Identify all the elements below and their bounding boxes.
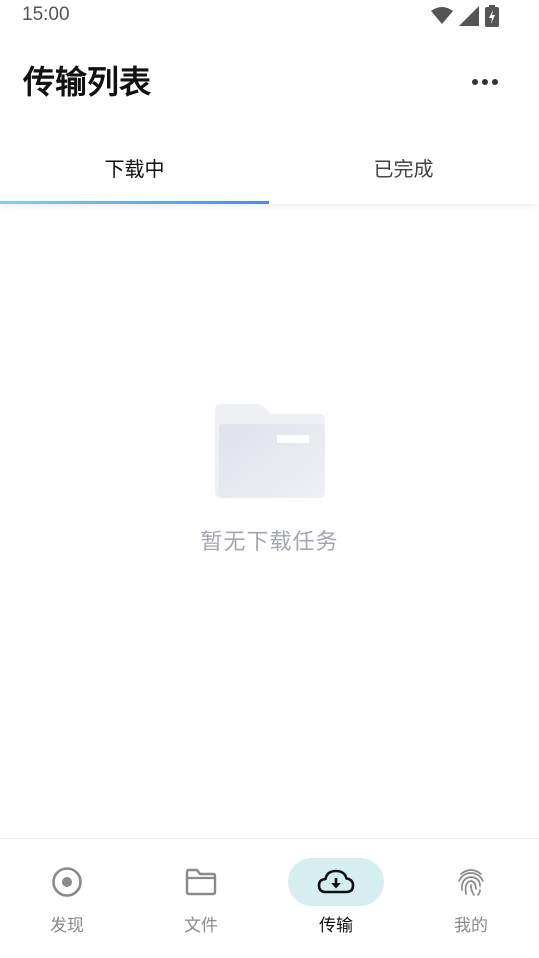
nav-label-discover: 发现 bbox=[50, 916, 84, 936]
nav-item-files[interactable]: 文件 bbox=[134, 839, 268, 958]
signal-icon bbox=[459, 6, 479, 26]
cloud-download-icon bbox=[317, 869, 355, 894]
wifi-icon bbox=[431, 7, 453, 25]
nav-item-transfer[interactable]: 传输 bbox=[269, 839, 403, 958]
tab-downloading-label: 下载中 bbox=[104, 156, 165, 181]
more-options-button[interactable] bbox=[467, 70, 503, 94]
tab-indicator bbox=[0, 201, 269, 204]
nav-item-discover[interactable]: 发现 bbox=[0, 839, 134, 958]
nav-label-files: 文件 bbox=[184, 916, 218, 936]
bottom-nav: 发现 文件 传输 我的 bbox=[0, 838, 539, 958]
battery-charging-icon bbox=[485, 5, 499, 27]
app-header: 传输列表 bbox=[0, 40, 539, 120]
page-title: 传输列表 bbox=[23, 63, 152, 101]
nav-icon-wrap bbox=[153, 858, 249, 906]
tab-completed-label: 已完成 bbox=[373, 156, 434, 181]
nav-icon-wrap-active bbox=[288, 858, 384, 906]
folder-icon bbox=[185, 868, 217, 896]
more-horizontal-icon bbox=[472, 79, 498, 85]
fingerprint-icon bbox=[458, 869, 484, 896]
tab-completed[interactable]: 已完成 bbox=[269, 130, 538, 204]
nav-label-transfer: 传输 bbox=[319, 916, 353, 936]
empty-state: 暂无下载任务 bbox=[0, 400, 539, 556]
nav-item-mine[interactable]: 我的 bbox=[404, 839, 538, 958]
tab-bar: 下载中 已完成 bbox=[0, 130, 539, 204]
empty-folder-icon bbox=[214, 404, 325, 498]
nav-icon-wrap bbox=[19, 858, 115, 906]
discover-icon bbox=[52, 867, 82, 897]
empty-state-message: 暂无下载任务 bbox=[200, 530, 339, 555]
status-bar: 15:00 bbox=[0, 0, 539, 32]
nav-icon-wrap bbox=[423, 858, 519, 906]
tab-downloading[interactable]: 下载中 bbox=[0, 130, 269, 204]
status-time: 15:00 bbox=[22, 4, 70, 25]
nav-label-mine: 我的 bbox=[454, 916, 488, 936]
status-icons bbox=[431, 5, 499, 27]
